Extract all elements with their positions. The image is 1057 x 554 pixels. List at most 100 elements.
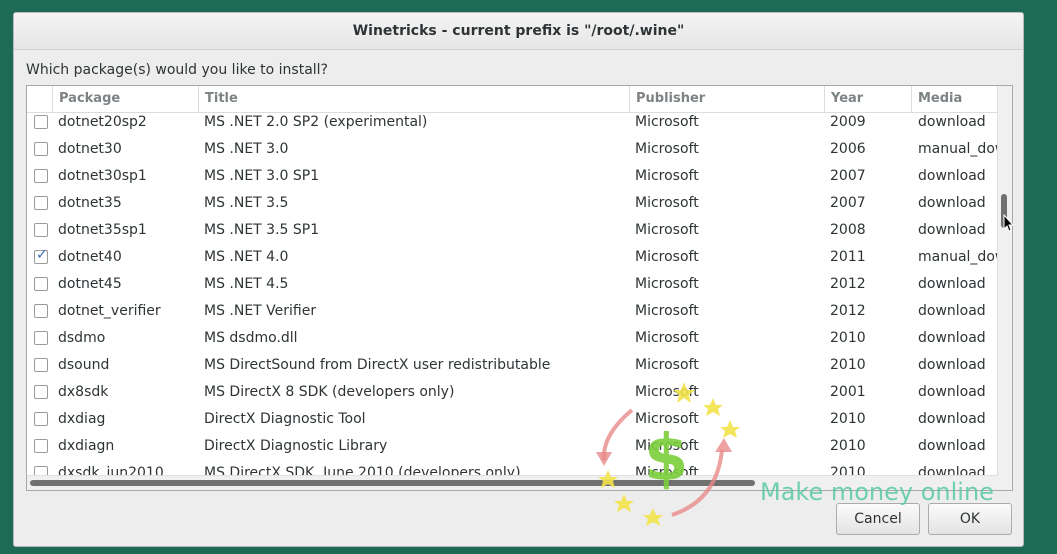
header-year[interactable]: Year [824,86,911,112]
package-name: dx8sdk [58,384,109,400]
package-name: dotnet30 [58,141,122,157]
package-media: download [918,384,986,400]
package-checkbox[interactable] [34,385,48,399]
package-publisher: Microsoft [635,249,699,265]
package-publisher: Microsoft [635,141,699,157]
package-rows: dotnet20sp2 MS .NET 2.0 SP2 (experimental… [27,112,998,475]
table-row[interactable]: dotnet_verifier MS .NET Verifier Microsoft… [27,299,998,326]
package-checkbox[interactable] [34,331,48,345]
package-title: DirectX Diagnostic Library [204,438,388,454]
package-checkbox[interactable] [34,358,48,372]
package-year: 2007 [830,168,866,184]
table-row[interactable]: dotnet35sp1 MS .NET 3.5 SP1 Microsoft 2008 d… [27,218,998,245]
package-checkbox[interactable] [34,439,48,453]
header-title[interactable]: Title [198,86,629,112]
table-row[interactable]: dotnet30sp1 MS .NET 3.0 SP1 Microsoft 2007 d… [27,164,998,191]
package-year: 2010 [830,330,866,346]
package-year: 2007 [830,195,866,211]
header-checkbox-column[interactable] [27,86,52,112]
package-checkbox[interactable] [34,466,48,475]
table-row[interactable]: dotnet20sp2 MS .NET 2.0 SP2 (experimental… [27,112,998,137]
package-publisher: Microsoft [635,330,699,346]
package-media: download [918,330,986,346]
watermark-text: Make money online [760,478,994,506]
package-year: 2009 [830,114,866,130]
package-name: dxdiagn [58,438,115,454]
package-media: download [918,222,986,238]
package-checkbox[interactable] [34,169,48,183]
package-checkbox[interactable] [34,304,48,318]
package-title: MS DirectX SDK, June 2010 (developers on… [204,465,521,475]
header-media[interactable]: Media [911,86,998,112]
package-title: MS .NET Verifier [204,303,317,319]
package-checkbox[interactable] [34,247,48,264]
package-name: dotnet45 [58,276,122,292]
package-year: 2010 [830,438,866,454]
package-media: download [918,465,986,475]
package-name: dxsdk_jun2010 [58,465,164,475]
package-name: dotnet35 [58,195,122,211]
vertical-scrollbar[interactable] [997,86,1012,490]
package-checkbox[interactable] [34,142,48,156]
package-media: download [918,438,986,454]
header-package[interactable]: Package [52,86,198,112]
table-row[interactable]: dotnet40 MS .NET 4.0 Microsoft 2011 manual_d… [27,245,998,272]
package-title: MS .NET 3.0 [204,141,289,157]
package-title: MS .NET 4.5 [204,276,289,292]
package-media: manual_download [918,141,998,157]
table-row[interactable]: dotnet35 MS .NET 3.5 Microsoft 2007 download [27,191,998,218]
ok-button[interactable]: OK [928,503,1012,535]
package-media: download [918,195,986,211]
package-checkbox[interactable] [34,412,48,426]
package-publisher: Microsoft [635,276,699,292]
package-year: 2006 [830,141,866,157]
table-row[interactable]: dotnet45 MS .NET 4.5 Microsoft 2012 download [27,272,998,299]
package-checkbox[interactable] [34,277,48,291]
package-name: dsdmo [58,330,106,346]
table-row[interactable]: dsdmo MS dsdmo.dll Microsoft 2010 download [27,326,998,353]
package-year: 2011 [830,249,866,265]
package-publisher: Microsoft [635,114,699,130]
package-name: dxdiag [58,411,106,427]
package-media: download [918,168,986,184]
package-checkbox[interactable] [34,223,48,237]
package-publisher: Microsoft [635,357,699,373]
package-publisher: Microsoft [635,195,699,211]
table-row[interactable]: dx8sdk MS DirectX 8 SDK (developers only)… [27,380,998,407]
package-publisher: Microsoft [635,168,699,184]
package-year: 2008 [830,222,866,238]
package-publisher: Microsoft [635,303,699,319]
package-title: MS .NET 4.0 [204,249,289,265]
install-prompt: Which package(s) would you like to insta… [26,62,328,78]
package-media: download [918,276,986,292]
package-name: dotnet30sp1 [58,168,147,184]
package-media: download [918,357,986,373]
table-row[interactable]: dotnet30 MS .NET 3.0 Microsoft 2006 manual_d… [27,137,998,164]
package-title: DirectX Diagnostic Tool [204,411,366,427]
package-title: MS dsdmo.dll [204,330,298,346]
package-title: MS .NET 3.0 SP1 [204,168,320,184]
window-title: Winetricks - current prefix is "/root/.w… [352,23,685,39]
package-checkbox[interactable] [34,196,48,210]
package-media: download [918,411,986,427]
package-list[interactable]: Package Title Publisher Year Media dotne… [26,85,1013,491]
title-bar[interactable]: Winetricks - current prefix is "/root/.w… [14,13,1023,50]
package-media: download [918,303,986,319]
money-logo-icon: $ [596,382,740,526]
header-publisher[interactable]: Publisher [629,86,824,112]
mouse-pointer-icon [1003,214,1013,232]
winetricks-dialog: Winetricks - current prefix is "/root/.w… [13,12,1024,547]
table-row[interactable]: dxsdk_jun2010 MS DirectX SDK, June 2010 (… [27,461,998,475]
package-year: 2010 [830,411,866,427]
package-title: MS DirectX 8 SDK (developers only) [204,384,455,400]
table-row[interactable]: dxdiagn DirectX Diagnostic Library Microso… [27,434,998,461]
table-row[interactable]: dxdiag DirectX Diagnostic Tool Microsoft 20… [27,407,998,434]
list-header: Package Title Publisher Year Media [27,86,1012,113]
package-checkbox[interactable] [34,115,48,129]
package-title: MS DirectSound from DirectX user redistr… [204,357,551,373]
package-year: 2010 [830,465,866,475]
package-media: manual_download [918,249,998,265]
package-name: dotnet35sp1 [58,222,147,238]
table-row[interactable]: dsound MS DirectSound from DirectX user r… [27,353,998,380]
cancel-button[interactable]: Cancel [836,503,920,535]
